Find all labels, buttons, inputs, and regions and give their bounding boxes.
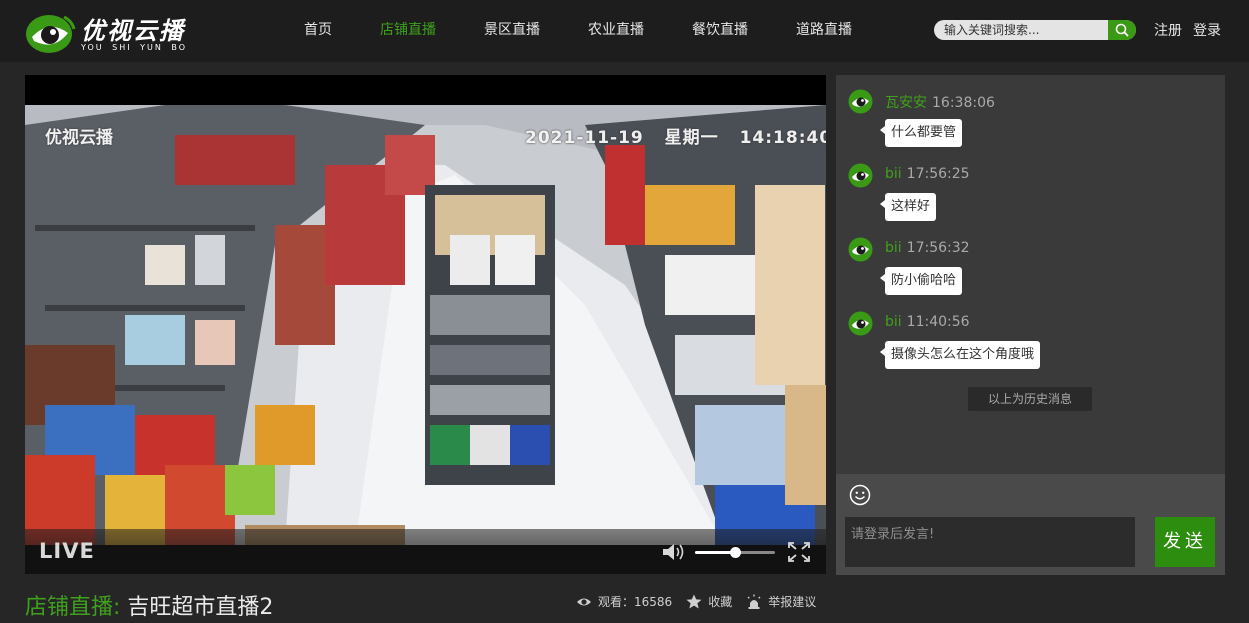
alarm-light-icon [747,594,761,609]
message-username[interactable]: bii [885,166,902,182]
logo-title: 优视云播 [81,16,185,45]
user-avatar-icon [848,163,873,188]
osd-watermark: 优视云播 [45,128,113,148]
stream-name: 吉旺超市直播2 [127,595,274,620]
register-link[interactable]: 注册 [1154,23,1182,39]
top-header: 优视云播 YOU SHI YUN BO 首页 店铺直播 景区直播 农业直播 餐饮… [0,0,1249,62]
message-bubble: 什么都要管 [879,119,963,147]
user-avatar-icon [848,311,873,336]
favorite-button[interactable]: 收藏 [686,593,732,610]
login-link[interactable]: 登录 [1193,23,1221,39]
message-bubble: 防小偷哈哈 [879,267,963,295]
search-icon [1115,23,1129,37]
nav-item-home[interactable]: 首页 [280,0,356,62]
star-icon [686,594,702,609]
view-count: 观看：16586 [576,593,672,610]
emoji-icon[interactable] [849,484,871,506]
osd-timestamp: 2021-11-19 星期一 14:18:40 [525,128,826,148]
search-button[interactable] [1108,20,1136,40]
user-avatar-icon [848,237,873,262]
nav-item-agriculture-live[interactable]: 农业直播 [564,0,668,62]
nav-item-store-live[interactable]: 店铺直播 [356,0,460,62]
nav-item-dining-live[interactable]: 餐饮直播 [668,0,772,62]
message-time: 17:56:32 [906,240,970,256]
chat-panel: 瓦安安 16:38:06 什么都要管 bii 17:56:25 这样好 bii 17:… [836,75,1225,474]
send-button[interactable]: 发送 [1155,517,1215,567]
view-count-label: 观看：16586 [598,595,673,609]
nav-item-road-live[interactable]: 道路直播 [772,0,876,62]
search-box [934,20,1136,40]
message-time: 11:40:56 [906,314,970,330]
report-label: 举报建议 [768,595,817,609]
site-logo[interactable]: 优视云播 YOU SHI YUN BO [24,9,194,57]
video-frame [25,105,826,545]
chat-input-area: 发送 [836,474,1225,575]
favorite-label: 收藏 [708,595,733,609]
eye-icon [577,598,591,605]
video-player[interactable]: 优视云播 2021-11-19 星期一 14:18:40 LIVE [25,75,826,574]
auth-links: 注册 登录 [1154,20,1232,40]
chat-message-input[interactable] [845,517,1135,567]
message-bubble: 这样好 [879,193,937,221]
volume-slider[interactable] [695,547,775,558]
search-input[interactable] [934,20,1108,40]
message-time: 17:56:25 [906,166,970,182]
report-button[interactable]: 举报建议 [746,593,816,610]
message-bubble: 摄像头怎么在这个角度哦 [879,341,1041,369]
stream-meta: 观看：16586 收藏 举报建议 [576,593,830,610]
logo-subtitle: YOU SHI YUN BO [81,43,188,52]
live-indicator: LIVE [39,539,95,563]
volume-icon[interactable] [661,541,687,563]
fullscreen-icon[interactable] [787,541,811,563]
message-username[interactable]: bii [885,240,902,256]
message-time: 16:38:06 [932,95,995,111]
volume-fill [695,551,735,554]
logo-eye-icon [26,15,76,53]
main-nav: 首页 店铺直播 景区直播 农业直播 餐饮直播 道路直播 [280,0,876,62]
volume-knob[interactable] [730,547,741,558]
player-controls: LIVE [25,529,826,574]
message-username[interactable]: bii [885,314,902,330]
user-avatar-icon [848,89,873,114]
stream-title: 店铺直播: 吉旺超市直播2 [25,589,273,621]
message-username[interactable]: 瓦安安 [885,95,927,111]
stream-category[interactable]: 店铺直播: [25,595,120,620]
history-divider: 以上为历史消息 [968,387,1092,411]
nav-item-scenic-live[interactable]: 景区直播 [460,0,564,62]
